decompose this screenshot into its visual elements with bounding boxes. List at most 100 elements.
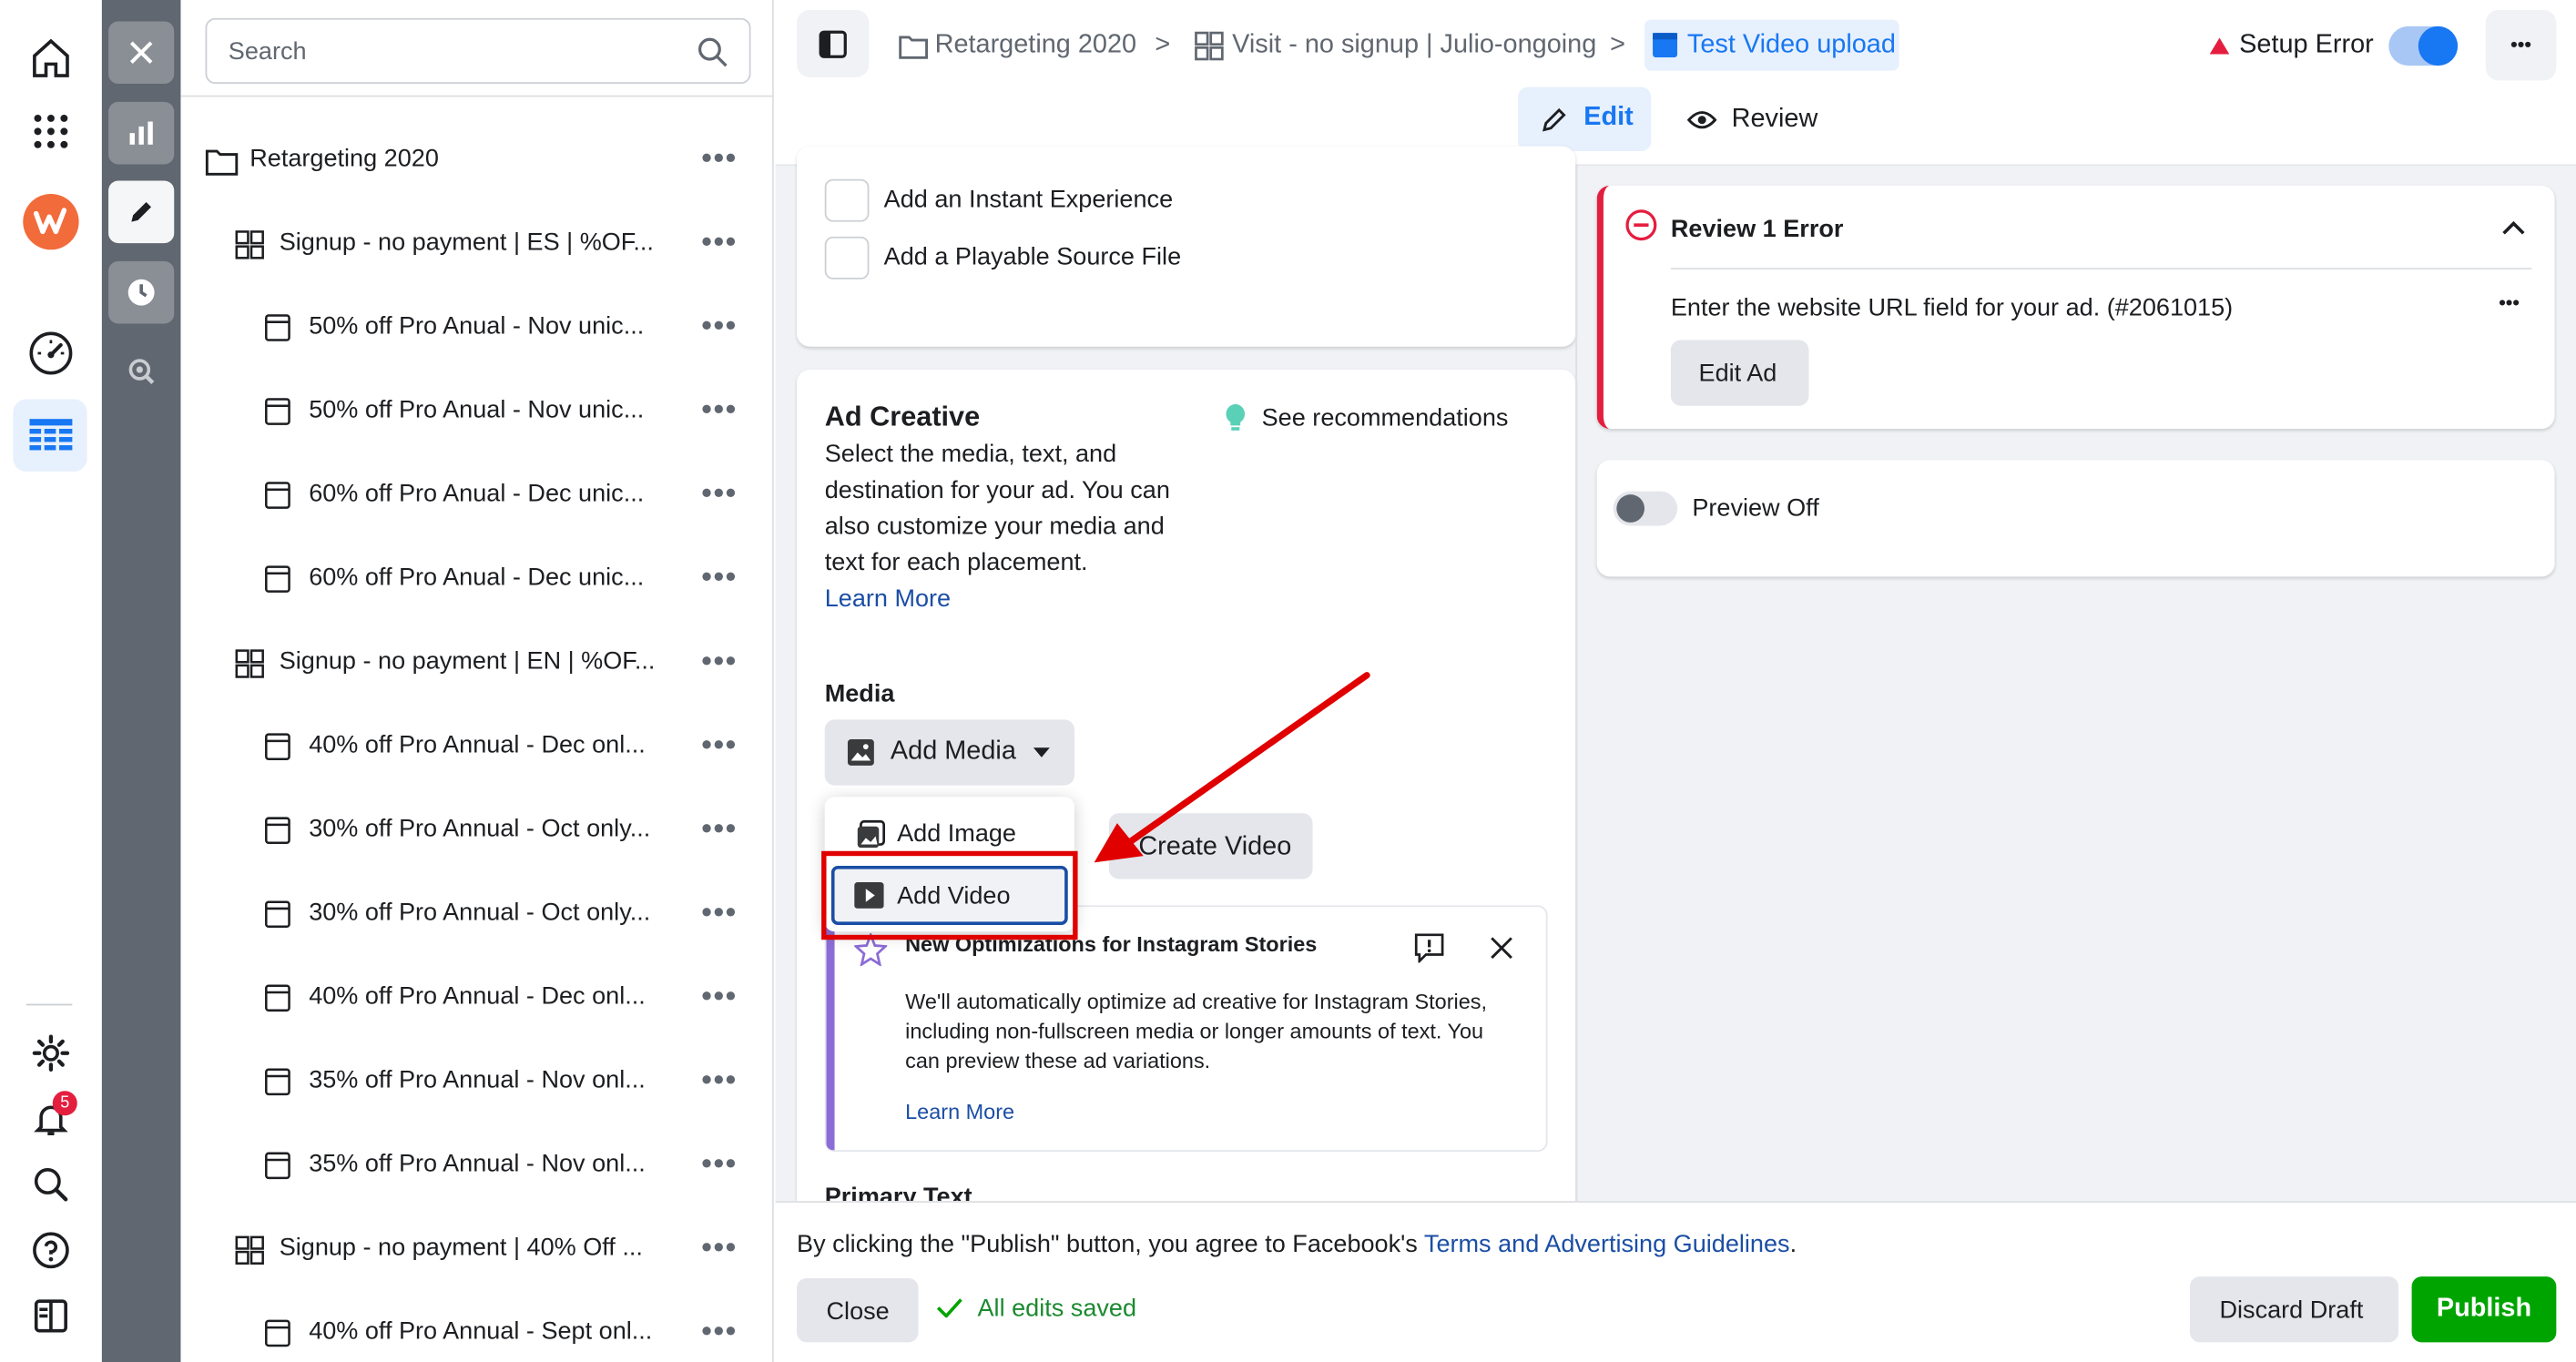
more-options-icon[interactable]: ••• bbox=[701, 225, 738, 259]
tree-ad-row[interactable]: 40% off Pro Annual - Dec onl... ••• bbox=[180, 956, 772, 1040]
tree-item-label: 30% off Pro Annual - Oct only... bbox=[309, 815, 651, 843]
tree-ad-row[interactable]: 30% off Pro Annual - Oct only... ••• bbox=[180, 788, 772, 872]
tree-ad-row[interactable]: 30% off Pro Annual - Oct only... ••• bbox=[180, 872, 772, 956]
folder-icon bbox=[205, 149, 239, 176]
tree-ad-row[interactable]: 60% off Pro Anual - Dec unic... ••• bbox=[180, 453, 772, 537]
search-input[interactable]: Search bbox=[205, 17, 751, 85]
more-options-icon[interactable]: ••• bbox=[701, 1147, 738, 1182]
notice-accent-bar bbox=[826, 907, 835, 1151]
bar-chart-icon[interactable] bbox=[108, 101, 175, 165]
edit-ad-label: Edit Ad bbox=[1698, 360, 1777, 388]
toggle-knob bbox=[1616, 494, 1645, 523]
see-recommendations-link[interactable]: See recommendations bbox=[1262, 404, 1509, 432]
ad-icon bbox=[265, 398, 290, 425]
more-options-icon[interactable]: ••• bbox=[701, 392, 738, 427]
caret-down-icon bbox=[1033, 747, 1050, 757]
account-logo-icon[interactable] bbox=[13, 186, 87, 258]
search-icon[interactable] bbox=[13, 1148, 87, 1220]
tree-item-label: 35% off Pro Annual - Nov onl... bbox=[309, 1150, 646, 1178]
tree-adset-row[interactable]: Signup - no payment | EN | %OF... ••• bbox=[180, 621, 772, 705]
more-options-icon[interactable]: ••• bbox=[701, 895, 738, 930]
instant-experience-label: Add an Instant Experience bbox=[883, 185, 1174, 214]
more-options-icon[interactable]: ••• bbox=[701, 727, 738, 762]
tree-campaign-row[interactable]: Retargeting 2020 ••• bbox=[180, 118, 772, 202]
tree-item-label: 60% off Pro Anual - Dec unic... bbox=[309, 563, 645, 592]
instant-experience-checkbox[interactable] bbox=[824, 178, 870, 222]
tree-divider bbox=[180, 95, 774, 97]
agreement-text: By clicking the "Publish" button, you ag… bbox=[797, 1230, 1418, 1259]
sidebar-toggle-icon[interactable] bbox=[797, 9, 870, 77]
edit-ad-button[interactable]: Edit Ad bbox=[1670, 340, 1809, 406]
edit-pencil-icon bbox=[1542, 107, 1566, 132]
tree-ad-row[interactable]: 50% off Pro Anual - Nov unic... ••• bbox=[180, 286, 772, 370]
notice-body: We'll automatically optimize ad creative… bbox=[905, 989, 1488, 1073]
home-icon[interactable] bbox=[13, 21, 87, 93]
preview-toggle[interactable] bbox=[1613, 491, 1678, 526]
more-options-icon[interactable]: ••• bbox=[701, 476, 738, 511]
edit-pencil-icon[interactable] bbox=[108, 180, 175, 244]
apps-grid-icon[interactable] bbox=[13, 96, 87, 168]
playable-option[interactable]: Add a Playable Source File bbox=[824, 236, 1318, 281]
add-media-label: Add Media bbox=[890, 737, 1016, 766]
ad-creative-description: Select the media, text, and destination … bbox=[824, 440, 1170, 577]
notifications-bell-icon[interactable] bbox=[13, 1082, 87, 1154]
error-more-icon[interactable]: ••• bbox=[2499, 290, 2520, 313]
settings-gear-icon[interactable] bbox=[13, 1017, 87, 1089]
more-options-icon[interactable]: ••• bbox=[701, 1063, 738, 1098]
close-label: Close bbox=[826, 1297, 890, 1326]
tab-edit-label: Edit bbox=[1583, 103, 1634, 132]
ad-icon bbox=[265, 900, 290, 929]
close-icon[interactable] bbox=[108, 21, 175, 85]
notice-learn-more-link[interactable]: Learn More bbox=[905, 1099, 1014, 1123]
terms-link[interactable]: Terms and Advertising Guidelines bbox=[1424, 1231, 1790, 1259]
feedback-icon[interactable] bbox=[1414, 933, 1444, 963]
more-options-icon[interactable]: ••• bbox=[701, 1231, 738, 1265]
tree-item-label: 40% off Pro Annual - Dec onl... bbox=[309, 982, 646, 1011]
tree-ad-row[interactable]: 40% off Pro Annual - Dec onl... ••• bbox=[180, 705, 772, 788]
dashboard-gauge-icon[interactable] bbox=[13, 317, 87, 389]
tree-ad-row[interactable]: 35% off Pro Annual - Nov onl... ••• bbox=[180, 1123, 772, 1207]
tree-ad-row[interactable]: 40% off Pro Annual - Sept onl... ••• bbox=[180, 1291, 772, 1362]
tree-ad-row[interactable]: 60% off Pro Anual - Dec unic... ••• bbox=[180, 537, 772, 621]
status-toggle[interactable] bbox=[2388, 25, 2459, 66]
more-options-button[interactable]: ••• bbox=[2485, 9, 2557, 81]
search-insights-icon[interactable] bbox=[108, 340, 174, 403]
learn-more-link[interactable]: Learn More bbox=[825, 584, 951, 613]
toggle-panel-icon[interactable] bbox=[13, 1280, 87, 1352]
tab-edit[interactable]: Edit bbox=[1518, 86, 1652, 152]
tree-adset-row[interactable]: Signup - no payment | ES | %OF... ••• bbox=[180, 202, 772, 286]
chevron-up-icon[interactable] bbox=[2502, 220, 2525, 235]
more-options-icon[interactable]: ••• bbox=[701, 980, 738, 1014]
instant-experience-option[interactable]: Add an Instant Experience bbox=[824, 178, 1318, 224]
more-options-icon[interactable]: ••• bbox=[701, 1315, 738, 1349]
add-media-button[interactable]: Add Media bbox=[824, 719, 1074, 786]
breadcrumb-ad[interactable]: Test Video upload bbox=[1644, 19, 1899, 71]
more-options-icon[interactable]: ••• bbox=[701, 560, 738, 595]
playable-checkbox[interactable] bbox=[824, 236, 870, 280]
breadcrumb-adset[interactable]: Visit - no signup | Julio-ongoing bbox=[1232, 31, 1596, 60]
breadcrumb-campaign[interactable]: Retargeting 2020 bbox=[935, 31, 1136, 60]
adset-grid-icon bbox=[235, 1235, 264, 1265]
publish-button[interactable]: Publish bbox=[2411, 1276, 2557, 1343]
discard-draft-button[interactable]: Discard Draft bbox=[2190, 1276, 2399, 1343]
more-options-icon[interactable]: ••• bbox=[701, 309, 738, 343]
more-options-icon[interactable]: ••• bbox=[701, 141, 738, 176]
close-button[interactable]: Close bbox=[797, 1277, 919, 1343]
history-clock-icon[interactable] bbox=[108, 260, 175, 324]
review-errors-card: Review 1 Error Enter the website URL fie… bbox=[1596, 185, 2555, 429]
breadcrumb-separator: > bbox=[1610, 31, 1625, 59]
tree-item-label: 40% off Pro Annual - Dec onl... bbox=[309, 731, 646, 759]
agreement-period: . bbox=[1789, 1230, 1797, 1259]
editor-footer: By clicking the "Publish" button, you ag… bbox=[775, 1201, 2576, 1362]
ad-creative-title: Ad Creative bbox=[824, 401, 981, 432]
close-icon[interactable] bbox=[1490, 937, 1512, 960]
tree-ad-row[interactable]: 50% off Pro Anual - Nov unic... ••• bbox=[180, 370, 772, 453]
ads-manager-table-icon[interactable] bbox=[13, 399, 87, 472]
more-options-icon[interactable]: ••• bbox=[701, 644, 738, 678]
tree-ad-row[interactable]: 35% off Pro Annual - Nov onl... ••• bbox=[180, 1040, 772, 1123]
tree-campaign-label: Retargeting 2020 bbox=[249, 144, 439, 173]
tree-adset-row[interactable]: Signup - no payment | 40% Off ... ••• bbox=[180, 1207, 772, 1291]
more-options-icon[interactable]: ••• bbox=[701, 811, 738, 846]
help-icon[interactable] bbox=[13, 1215, 87, 1286]
ad-icon bbox=[265, 733, 290, 760]
